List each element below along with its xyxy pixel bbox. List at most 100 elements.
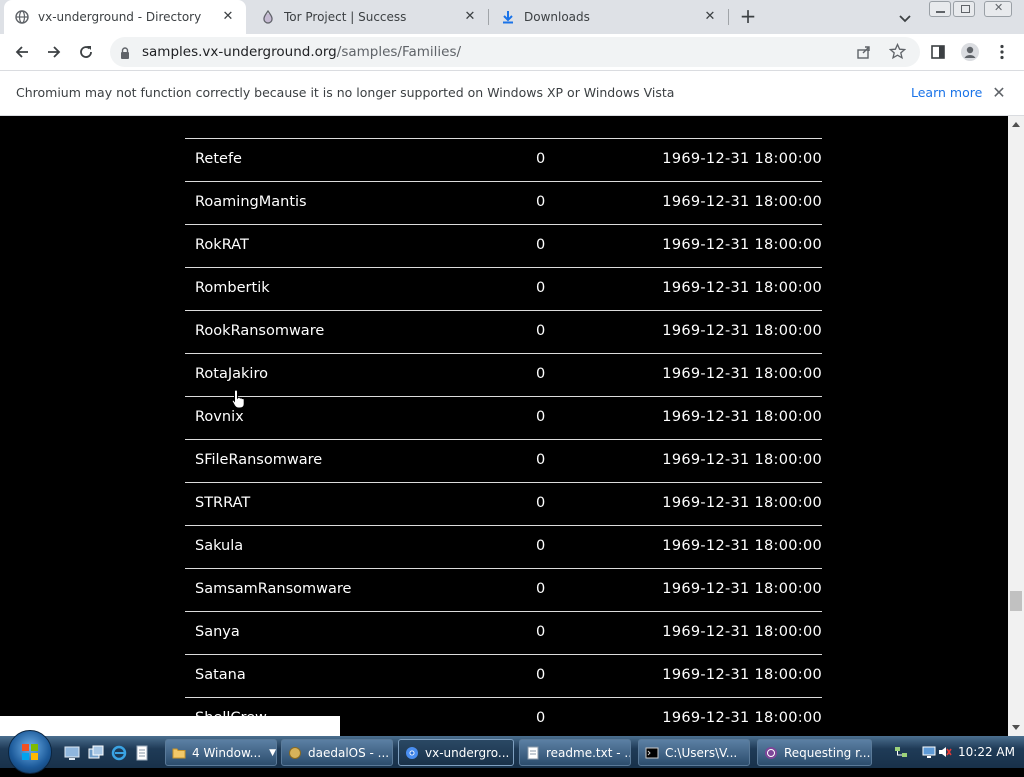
size-cell: 0 [536, 495, 546, 511]
show-desktop-icon[interactable] [64, 745, 80, 761]
volume-muted-icon[interactable] [938, 744, 952, 758]
bookmark-star-icon[interactable] [888, 42, 907, 64]
scrollbar-thumb[interactable] [1010, 591, 1022, 611]
unsupported-os-infobar: Chromium may not function correctly beca… [0, 71, 1024, 116]
directory-link[interactable]: RookRansomware [195, 323, 324, 339]
table-row: Retefe 0 1969-12-31 18:00:00 [185, 139, 822, 182]
date-cell: 1969-12-31 18:00:00 [662, 538, 822, 554]
infobar-message: Chromium may not function correctly beca… [16, 85, 675, 100]
monitor-tray-icon[interactable] [922, 744, 936, 758]
taskbar-item-tor[interactable]: Requesting r... [757, 739, 872, 766]
scroll-down-arrow-icon[interactable] [1012, 725, 1020, 730]
taskbar-item-label: C:\Users\V... [665, 745, 738, 760]
directory-link[interactable]: RotaJakiro [195, 366, 268, 382]
tab-tor-project[interactable]: Tor Project | Success ✕ [250, 0, 488, 34]
taskbar-item-label: readme.txt - ... [546, 745, 631, 760]
table-row: Sanya 0 1969-12-31 18:00:00 [185, 612, 822, 655]
directory-link[interactable]: SFileRansomware [195, 452, 322, 468]
learn-more-link[interactable]: Learn more [911, 85, 982, 100]
size-cell: 0 [536, 581, 546, 597]
tab-title: Downloads [524, 10, 590, 24]
directory-link[interactable]: RokRAT [195, 237, 249, 253]
taskbar-item-cmd[interactable]: C:\Users\V... [638, 739, 750, 766]
tab-strip: vx-underground - Directory ✕ Tor Project… [0, 0, 1024, 34]
table-row: RokRAT 0 1969-12-31 18:00:00 [185, 225, 822, 268]
back-arrow-icon[interactable] [10, 40, 34, 64]
tor-icon [765, 746, 777, 759]
network-icon[interactable] [894, 744, 908, 758]
taskbar-item-label: Requesting r... [784, 745, 871, 760]
directory-link[interactable]: Satana [195, 667, 246, 683]
url-host: samples.vx-underground.org [142, 44, 337, 60]
scroll-up-arrow-icon[interactable] [1012, 122, 1020, 127]
taskbar-item-windows-group[interactable]: 4 Window... ▼ [165, 739, 277, 766]
tab-downloads[interactable]: Downloads ✕ [490, 0, 728, 34]
forward-arrow-icon[interactable] [42, 40, 66, 64]
side-panel-icon[interactable] [926, 40, 950, 64]
size-cell: 0 [536, 667, 546, 683]
start-orb-windows-icon[interactable] [8, 730, 52, 774]
date-cell: 1969-12-31 18:00:00 [662, 624, 822, 640]
chromium-icon [406, 746, 418, 759]
table-row: RoamingMantis 0 1969-12-31 18:00:00 [185, 182, 822, 225]
onion-icon [260, 9, 276, 25]
size-cell: 0 [536, 151, 546, 167]
vertical-scrollbar[interactable] [1008, 116, 1024, 736]
directory-link[interactable]: Retefe [195, 151, 242, 167]
chevron-down-icon[interactable] [896, 9, 914, 27]
notepad-quicklaunch-icon[interactable] [134, 745, 150, 761]
directory-link[interactable]: Sanya [195, 624, 240, 640]
table-row: Sakula 0 1969-12-31 18:00:00 [185, 526, 822, 569]
reload-icon[interactable] [74, 40, 98, 64]
tab-vx-underground[interactable]: vx-underground - Directory ✕ [4, 0, 246, 34]
taskbar-item-label: daedalOS - ... [308, 745, 390, 760]
lock-icon[interactable] [120, 45, 130, 64]
blank-overlay [0, 716, 340, 736]
switch-windows-icon[interactable] [88, 745, 104, 761]
taskbar-item-readme[interactable]: readme.txt - ... [519, 739, 631, 766]
table-row [185, 116, 822, 139]
size-cell: 0 [536, 366, 546, 382]
close-tab-icon[interactable]: ✕ [220, 9, 236, 25]
date-cell: 1969-12-31 18:00:00 [662, 495, 822, 511]
date-cell: 1969-12-31 18:00:00 [662, 452, 822, 468]
download-icon [500, 9, 516, 25]
taskbar-item-label: vx-undergro... [425, 745, 510, 760]
menu-kebab-icon[interactable] [990, 40, 1014, 64]
taskbar-item-daedalos[interactable]: daedalOS - ... [281, 739, 393, 766]
directory-listing: Retefe 0 1969-12-31 18:00:00 RoamingMantis 0… [185, 116, 822, 736]
close-tab-icon[interactable]: ✕ [462, 9, 478, 25]
table-row: Rombertik 0 1969-12-31 18:00:00 [185, 268, 822, 311]
directory-link[interactable]: Sakula [195, 538, 243, 554]
hand-pointer-cursor-icon [231, 389, 247, 413]
size-cell: 0 [536, 194, 546, 210]
table-row: RotaJakiro 0 1969-12-31 18:00:00 [185, 354, 822, 397]
restore-window-button[interactable] [953, 1, 975, 17]
directory-link[interactable]: STRRAT [195, 495, 250, 511]
share-icon[interactable] [856, 44, 872, 64]
date-cell: 1969-12-31 18:00:00 [662, 581, 822, 597]
new-tab-plus-icon[interactable]: + [736, 5, 760, 29]
table-row: SFileRansomware 0 1969-12-31 18:00:00 [185, 440, 822, 483]
tab-title: vx-underground - Directory [38, 10, 202, 24]
directory-link[interactable]: SamsamRansomware [195, 581, 351, 597]
directory-link[interactable]: RoamingMantis [195, 194, 307, 210]
size-cell: 0 [536, 237, 546, 253]
profile-avatar-icon[interactable] [958, 40, 982, 64]
date-cell: 1969-12-31 18:00:00 [662, 237, 822, 253]
directory-link[interactable]: Rombertik [195, 280, 270, 296]
url-text: samples.vx-underground.org/samples/Famil… [142, 44, 461, 60]
close-icon[interactable]: ✕ [990, 84, 1008, 102]
taskbar-clock[interactable]: 10:22 AM [958, 745, 1015, 759]
taskbar-item-chromium[interactable]: vx-undergro... [398, 739, 514, 766]
size-cell: 0 [536, 452, 546, 468]
address-bar[interactable]: samples.vx-underground.org/samples/Famil… [110, 37, 920, 67]
close-tab-icon[interactable]: ✕ [702, 9, 718, 25]
windows-taskbar: 4 Window... ▼ daedalOS - ... vx-undergro… [0, 730, 1024, 774]
cmd-icon [645, 747, 659, 758]
internet-explorer-icon[interactable] [111, 745, 127, 761]
minimize-window-button[interactable] [929, 1, 951, 17]
close-window-button[interactable]: ✕ [984, 1, 1012, 17]
app-icon [289, 746, 301, 759]
table-row: Rovnix 0 1969-12-31 18:00:00 [185, 397, 822, 440]
